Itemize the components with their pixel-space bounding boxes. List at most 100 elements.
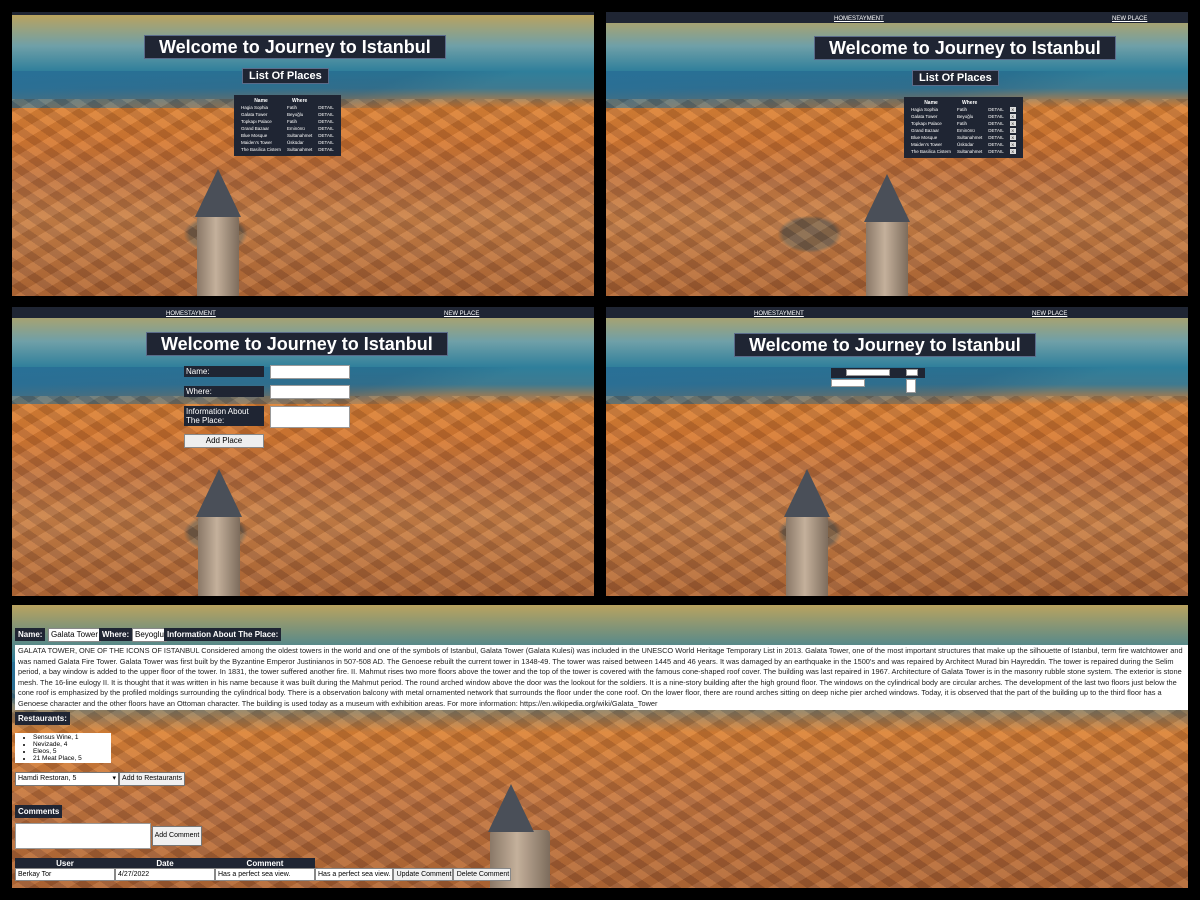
panel-add-place-form: HOMESTAYMENT NEW PLACE Welcome to Journe… xyxy=(12,307,594,596)
table-row: Berkay Tor 4/27/2022 Has a perfect sea v… xyxy=(15,868,511,881)
add-to-restaurants-button[interactable]: Add to Restaurants xyxy=(119,772,185,786)
place-name: Topkapı Palace xyxy=(911,121,942,126)
place-name: Galata Tower xyxy=(241,112,268,117)
table-row: Grand Bazaar Eminönü DETAIL xyxy=(238,125,337,132)
col-date: Date xyxy=(115,858,215,868)
table-row: Blue Mosque Sultanahmet DETAIL xyxy=(238,132,337,139)
where-label: Where: xyxy=(99,628,133,641)
name-input-small[interactable] xyxy=(846,369,890,376)
navbar: HOMESTAYMENT NEW PLACE xyxy=(606,310,1188,318)
name-value: Galata Tower xyxy=(48,628,101,642)
detail-link[interactable]: DETAIL xyxy=(315,146,336,153)
detail-link[interactable]: DETAIL xyxy=(315,125,336,132)
panel-list-with-delete: HOMESTAYMENT NEW PLACE Welcome to Journe… xyxy=(606,12,1188,296)
place-name: The Basilica Cistern xyxy=(241,147,282,152)
table-row: Galata Tower Beyoğlu DETAIL X xyxy=(908,113,1019,120)
table-row: Blue Mosque Sultanahmet DETAIL X xyxy=(908,134,1019,141)
detail-link[interactable]: DETAIL xyxy=(315,139,336,146)
panel-list-of-places: Welcome to Journey to Istanbul List Of P… xyxy=(12,12,594,296)
delete-button[interactable]: X xyxy=(1009,149,1016,154)
nav-home-link[interactable]: HOMESTAYMENT xyxy=(754,310,804,318)
info-text: GALATA TOWER, ONE OF THE ICONS OF ISTANB… xyxy=(15,645,1188,710)
places-table: Name Where Hagia Sophia Fatih DETAIL Galat… xyxy=(234,95,341,156)
page-title: Welcome to Journey to Istanbul xyxy=(734,333,1036,357)
page-title: Welcome to Journey to Istanbul xyxy=(814,36,1116,60)
restaurant-select[interactable]: Hamdi Restoran, 5 ▾ xyxy=(15,772,119,786)
place-where: Fatih xyxy=(287,119,298,124)
detail-link[interactable]: DETAIL xyxy=(985,113,1006,120)
place-where: Sultanahmet xyxy=(957,135,983,140)
info-input-small[interactable] xyxy=(906,379,916,393)
comment-edit-input[interactable]: Has a perfect sea view. xyxy=(315,868,393,881)
detail-link[interactable]: DETAIL xyxy=(985,134,1006,141)
place-where: Beyoğlu xyxy=(287,112,304,117)
nav-new-place-link[interactable]: NEW PLACE xyxy=(1112,15,1147,23)
detail-link[interactable]: DETAIL xyxy=(985,148,1006,155)
place-name: Galata Tower xyxy=(911,114,938,119)
comments-table: User Date Comment Berkay Tor 4/27/2022 H… xyxy=(15,858,511,881)
list-item: Eleos, 5 xyxy=(33,748,111,755)
place-name: Grand Bazaar xyxy=(911,128,940,133)
place-name: Maiden's Tower xyxy=(911,142,943,147)
restaurant-select-value: Hamdi Restoran, 5 xyxy=(18,775,77,782)
name-label: Name: xyxy=(15,628,46,641)
table-row: Grand Bazaar Eminönü DETAIL X xyxy=(908,127,1019,134)
place-where: Beyoğlu xyxy=(957,114,974,119)
table-row: Maiden's Tower Üsküdar DETAIL xyxy=(238,139,337,146)
table-row: The Basilica Cistern Sultanahmet DETAIL xyxy=(238,146,337,153)
add-place-button[interactable]: Add Place xyxy=(184,434,264,448)
table-row: Galata Tower Beyoğlu DETAIL xyxy=(238,111,337,118)
info-input[interactable] xyxy=(270,406,350,428)
detail-link[interactable]: DETAIL xyxy=(315,104,336,111)
delete-comment-button[interactable]: Delete Comment xyxy=(453,868,511,881)
list-item: 21 Meat Place, 5 xyxy=(33,755,111,762)
table-row: The Basilica Cistern Sultanahmet DETAIL X xyxy=(908,148,1019,155)
col-comment: Comment xyxy=(215,858,315,868)
place-where: Fatih xyxy=(957,121,968,126)
detail-link[interactable]: DETAIL xyxy=(315,111,336,118)
detail-link[interactable]: DETAIL xyxy=(985,141,1006,148)
place-name: Topkapı Palace xyxy=(241,119,272,124)
nav-new-place-link[interactable]: NEW PLACE xyxy=(1032,310,1067,318)
where-label: Where: xyxy=(184,386,264,397)
galata-tower-image xyxy=(784,469,830,596)
delete-button[interactable]: X xyxy=(1009,128,1016,133)
detail-link[interactable]: DETAIL xyxy=(985,106,1006,113)
panel-place-detail: Name: Galata Tower Where: Beyoglu Inform… xyxy=(12,605,1188,888)
delete-button[interactable]: X xyxy=(1009,135,1016,140)
update-comment-button[interactable]: Update Comment xyxy=(393,868,453,881)
nav-new-place-link[interactable]: NEW PLACE xyxy=(444,310,479,318)
page-title: Welcome to Journey to Istanbul xyxy=(146,332,448,356)
page-title: Welcome to Journey to Istanbul xyxy=(144,35,446,59)
delete-button[interactable]: X xyxy=(1009,121,1016,126)
add-comment-button[interactable]: Add Comment xyxy=(152,826,202,846)
table-row: Maiden's Tower Üsküdar DETAIL X xyxy=(908,141,1019,148)
name-input[interactable] xyxy=(270,365,350,379)
nav-home-link[interactable]: HOMESTAYMENT xyxy=(166,310,216,318)
restaurants-label: Restaurants: xyxy=(15,712,70,725)
detail-link[interactable]: DETAIL xyxy=(315,118,336,125)
comments-label: Comments xyxy=(15,805,63,818)
restaurant-select-small[interactable] xyxy=(831,379,865,387)
detail-link[interactable]: DETAIL xyxy=(985,120,1006,127)
place-where: Sultanahmet xyxy=(287,147,313,152)
delete-button[interactable]: X xyxy=(1009,114,1016,119)
nav-home-link[interactable]: HOMESTAYMENT xyxy=(834,15,884,23)
name-label: Name: xyxy=(184,366,264,377)
where-input-small[interactable] xyxy=(906,369,918,376)
comment-input[interactable] xyxy=(15,823,151,849)
table-row: Hagia Sophia Fatih DETAIL X xyxy=(908,106,1019,113)
restaurants-list: Sensus Wine, 1 Nevizade, 4 Eleos, 5 21 M… xyxy=(15,733,111,763)
col-user: User xyxy=(15,858,115,868)
table-row: Topkapı Palace Fatih DETAIL xyxy=(238,118,337,125)
galata-tower-image xyxy=(196,469,242,596)
place-where: Fatih xyxy=(957,107,968,112)
delete-button[interactable]: X xyxy=(1009,107,1016,112)
detail-link[interactable]: DETAIL xyxy=(315,132,336,139)
delete-button[interactable]: X xyxy=(1009,142,1016,147)
place-where: Sultanahmet xyxy=(287,133,313,138)
place-name: The Basilica Cistern xyxy=(911,149,952,154)
panel-edit-form: HOMESTAYMENT NEW PLACE Welcome to Journe… xyxy=(606,307,1188,596)
where-input[interactable] xyxy=(270,385,350,399)
detail-link[interactable]: DETAIL xyxy=(985,127,1006,134)
